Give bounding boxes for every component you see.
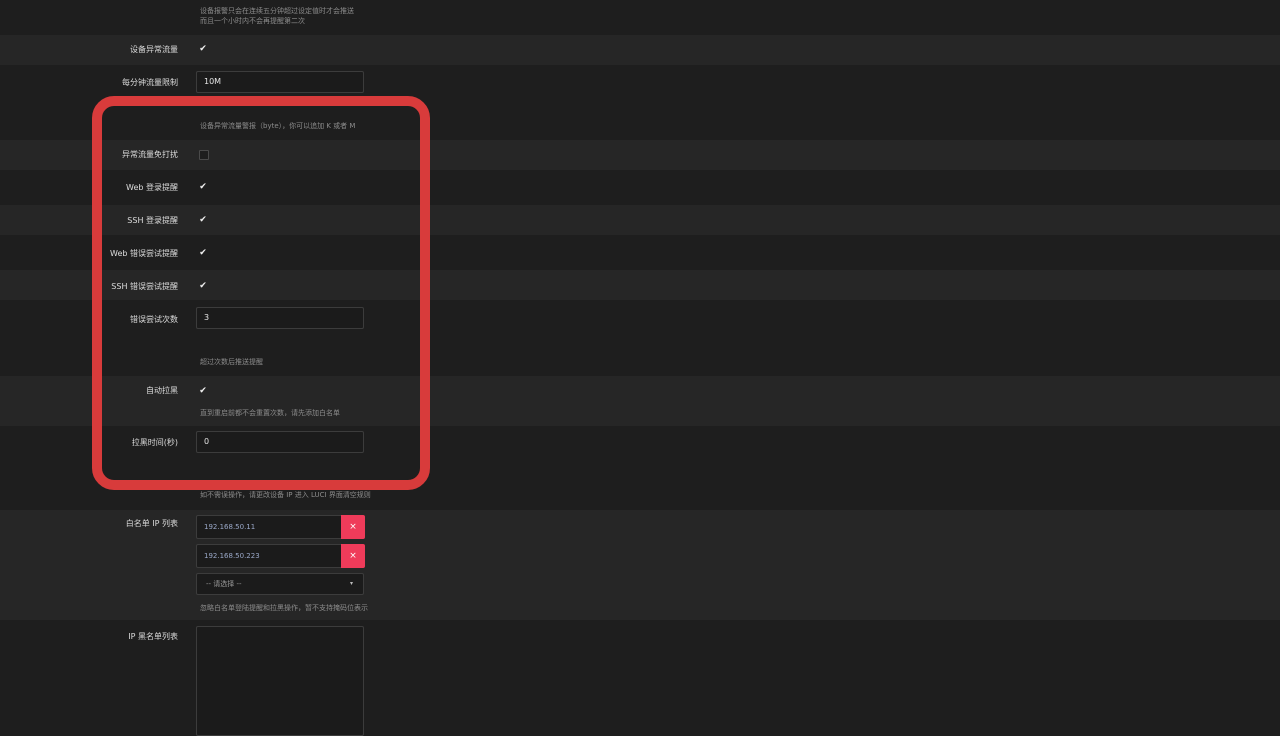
top-hint-line1: 设备报警只会在连续五分钟超过设定值时才会推送 [200,7,354,15]
top-hint-row [0,0,1280,35]
block-time-input[interactable]: 0 [196,431,364,453]
whitelist-label: 白名单 IP 列表 [125,519,178,528]
web-failed-checkbox[interactable]: ✔ [198,248,208,258]
attempt-count-hint: 超过次数后推送提醒 [200,358,263,366]
traffic-dnd-checkbox[interactable] [199,150,209,160]
abnormal-traffic-label: 设备异常流量 [130,45,178,54]
chevron-down-icon: ▾ [349,580,353,587]
whitelist-row [0,510,1280,620]
whitelist-hint: 忽略白名单登陆提醒和拉黑操作，暂不支持掩码位表示 [200,604,368,612]
attempt-count-label: 错误尝试次数 [130,315,178,324]
ssh-login-row [0,205,1280,235]
attempt-count-input[interactable]: 3 [196,307,364,329]
ssh-failed-row [0,270,1280,300]
top-hint-line2: 而且一个小时内不会再提醒第二次 [200,17,305,25]
web-login-checkbox[interactable]: ✔ [198,182,208,192]
blacklist-label: IP 黑名单列表 [128,632,178,641]
auto-block-label: 自动拉黑 [146,386,178,395]
whitelist-select[interactable]: -- 请选择 -- ▾ [196,573,364,595]
block-time-hint: 如不需误操作，请更改设备 IP 进入 LUCI 界面清空规则 [200,491,371,499]
whitelist-ip-field[interactable]: 192.168.50.11 [196,515,342,539]
attempt-count-row [0,300,1280,376]
auto-block-hint: 直到重启前都不会重置次数，请先添加白名单 [200,409,340,417]
traffic-limit-label: 每分钟流量限制 [122,78,178,87]
web-failed-row [0,235,1280,270]
blacklist-textarea[interactable] [196,626,364,736]
whitelist-remove-button[interactable]: × [341,515,365,539]
auto-block-checkbox[interactable]: ✔ [198,386,208,396]
whitelist-select-value: -- 请选择 -- [206,580,242,588]
traffic-dnd-label: 异常流量免打扰 [122,150,178,159]
block-time-label: 拉黑时间(秒) [131,438,178,447]
traffic-limit-row [0,65,1280,140]
traffic-dnd-row [0,140,1280,170]
web-failed-label: Web 错误尝试提醒 [110,249,178,258]
traffic-limit-hint: 设备异常流量警报（byte），你可以追加 K 或者 M [200,122,356,130]
ssh-failed-label: SSH 错误尝试提醒 [111,282,178,291]
whitelist-remove-button[interactable]: × [341,544,365,568]
ssh-login-label: SSH 登录提醒 [127,216,178,225]
ssh-login-checkbox[interactable]: ✔ [198,215,208,225]
close-icon: × [349,522,357,532]
blacklist-row [0,620,1280,730]
block-time-row [0,426,1280,510]
close-icon: × [349,551,357,561]
auto-block-row [0,376,1280,426]
abnormal-traffic-checkbox[interactable]: ✔ [198,44,208,54]
web-login-label: Web 登录提醒 [126,183,178,192]
abnormal-traffic-row [0,35,1280,65]
web-login-row [0,170,1280,205]
whitelist-ip-field[interactable]: 192.168.50.223 [196,544,342,568]
ssh-failed-checkbox[interactable]: ✔ [198,281,208,291]
traffic-limit-input[interactable]: 10M [196,71,364,93]
